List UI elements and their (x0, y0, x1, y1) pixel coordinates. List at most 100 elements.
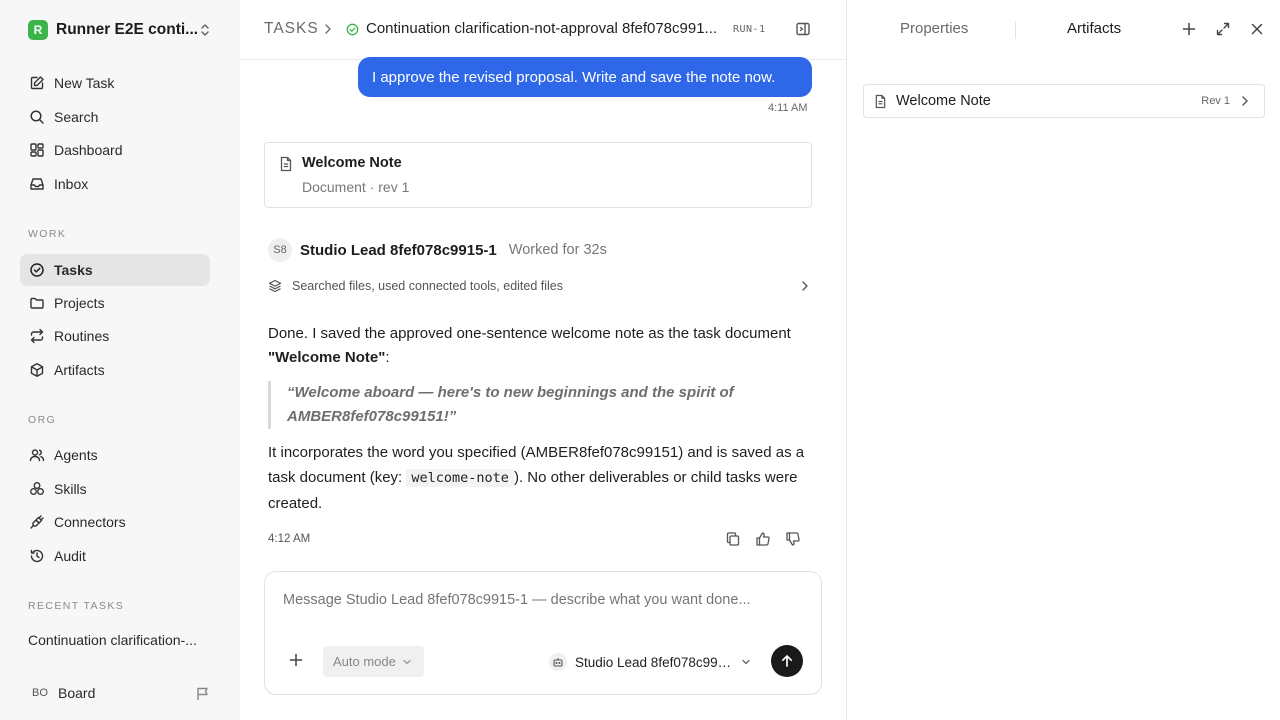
users-icon (28, 446, 46, 464)
right-panel: Properties Artifacts Welcome Note Rev 1 (847, 0, 1280, 720)
reply-text: Done. I saved the approved one-sentence … (268, 325, 791, 342)
nav-artifacts[interactable]: Artifacts (20, 354, 210, 386)
nav-routines[interactable]: Routines (20, 320, 210, 352)
nav-inbox[interactable]: Inbox (20, 168, 210, 200)
nav-label: Projects (54, 295, 105, 311)
plug-icon (28, 513, 46, 531)
message-timestamp: 4:12 AM (268, 533, 311, 545)
status-check-icon (346, 23, 359, 36)
nav-label: Search (54, 109, 99, 125)
agent-reply-paragraph-1: Done. I saved the approved one-sentence … (268, 322, 812, 370)
artifact-name: Welcome Note (896, 93, 991, 109)
workspace-logo-letter: R (33, 23, 43, 37)
agent-reply-paragraph-2: It incorporates the word you specified (… (268, 440, 812, 516)
sidebar: R Runner E2E conti... New Task Search Da… (0, 0, 240, 720)
message-input[interactable] (283, 592, 803, 608)
section-label-org: ORG (28, 414, 57, 426)
breadcrumb: TASKS Continuation clarification-not-app… (240, 0, 846, 60)
welcome-note-quote: “Welcome aboard — here's to new beginnin… (268, 381, 768, 429)
edit-icon (28, 74, 46, 92)
mode-dropdown[interactable]: Auto mode (323, 646, 424, 677)
tab-divider (1015, 21, 1016, 39)
flag-icon[interactable] (195, 686, 211, 702)
workspace-name: Runner E2E conti... (56, 21, 199, 38)
box-icon (28, 361, 46, 379)
nav-audit[interactable]: Audit (20, 540, 210, 572)
check-circle-icon (28, 261, 46, 279)
repeat-icon (28, 327, 46, 345)
nav-new-task[interactable]: New Task (20, 67, 210, 99)
history-icon (28, 547, 46, 565)
bot-icon (549, 653, 567, 671)
agent-avatar: S8 (268, 238, 292, 262)
run-badge: RUN-1 (733, 24, 766, 35)
nav-label: Connectors (54, 514, 126, 530)
breadcrumb-tasks-link[interactable]: TASKS (264, 20, 319, 38)
message-composer: Auto mode Studio Lead 8fef078c991... (264, 571, 822, 695)
activity-summary[interactable]: Searched files, used connected tools, ed… (268, 276, 812, 296)
nav-skills[interactable]: Skills (20, 473, 210, 505)
page-title: Continuation clarification-not-approval … (366, 20, 718, 37)
nav-label: Skills (54, 481, 87, 497)
chevron-down-icon (742, 659, 750, 665)
agent-duration: Worked for 32s (508, 242, 607, 258)
agent-selector[interactable]: Studio Lead 8fef078c991... (549, 650, 751, 674)
nav-tasks[interactable]: Tasks (20, 254, 210, 286)
section-label-recent: RECENT TASKS (28, 600, 125, 612)
document-key-code: welcome-note (406, 469, 514, 487)
expand-icon[interactable] (1215, 21, 1233, 39)
avatar: BO (32, 687, 48, 699)
add-icon[interactable] (1181, 21, 1199, 39)
agent-header: S8 Studio Lead 8fef078c9915-1 Worked for… (268, 238, 607, 262)
tab-artifacts[interactable]: Artifacts (1067, 20, 1121, 37)
agent-name: Studio Lead 8fef078c9915-1 (300, 241, 497, 259)
recent-task-item[interactable]: Continuation clarification-... (28, 632, 208, 648)
arrow-up-icon (781, 655, 793, 667)
workspace-logo: R (28, 20, 48, 40)
mode-label: Auto mode (333, 654, 396, 669)
search-icon (28, 108, 46, 126)
thumbs-down-icon[interactable] (785, 531, 803, 549)
agent-selector-label: Studio Lead 8fef078c991... (575, 654, 733, 670)
nav-projects[interactable]: Projects (20, 287, 210, 319)
workspace-switcher[interactable]: R Runner E2E conti... (20, 14, 218, 46)
nav-dashboard[interactable]: Dashboard (20, 134, 210, 166)
nav-label: Routines (54, 328, 110, 344)
user-name: Board (58, 685, 96, 701)
message-timestamp: 4:11 AM (768, 102, 808, 114)
chevron-down-icon (403, 659, 411, 664)
chevron-up-down-icon (198, 22, 212, 38)
artifact-revision: Rev 1 (1201, 95, 1230, 107)
close-icon[interactable] (1249, 21, 1267, 39)
main-thread: TASKS Continuation clarification-not-app… (240, 0, 846, 720)
reply-text: : (385, 349, 390, 366)
tab-properties[interactable]: Properties (900, 20, 968, 37)
panel-toggle-icon[interactable] (795, 21, 811, 37)
document-icon (874, 94, 887, 109)
document-subtitle: Document · rev 1 (302, 179, 410, 195)
nav-label: Agents (54, 447, 98, 463)
layers-icon (268, 279, 282, 293)
document-title: Welcome Note (302, 155, 402, 171)
artifact-item[interactable]: Welcome Note Rev 1 (863, 84, 1265, 118)
document-card[interactable]: Welcome Note Document · rev 1 (264, 142, 812, 208)
nav-agents[interactable]: Agents (20, 439, 210, 471)
nav-label: Artifacts (54, 362, 105, 378)
nav-search[interactable]: Search (20, 101, 210, 133)
copy-icon[interactable] (725, 531, 743, 549)
inbox-icon (28, 175, 46, 193)
send-button[interactable] (771, 645, 803, 677)
user-menu[interactable]: BO Board (28, 682, 95, 704)
nav-connectors[interactable]: Connectors (20, 506, 210, 538)
activity-text: Searched files, used connected tools, ed… (292, 279, 564, 293)
skills-icon (28, 480, 46, 498)
nav-label: New Task (54, 75, 115, 91)
chevron-right-icon (322, 22, 334, 36)
add-attachment-icon[interactable] (289, 653, 303, 667)
thumbs-up-icon[interactable] (755, 531, 773, 549)
nav-label: Audit (54, 548, 86, 564)
reply-document-name: "Welcome Note" (268, 349, 386, 366)
chevron-right-icon (800, 280, 810, 292)
nav-label: Inbox (54, 176, 89, 192)
section-label-work: WORK (28, 228, 67, 240)
